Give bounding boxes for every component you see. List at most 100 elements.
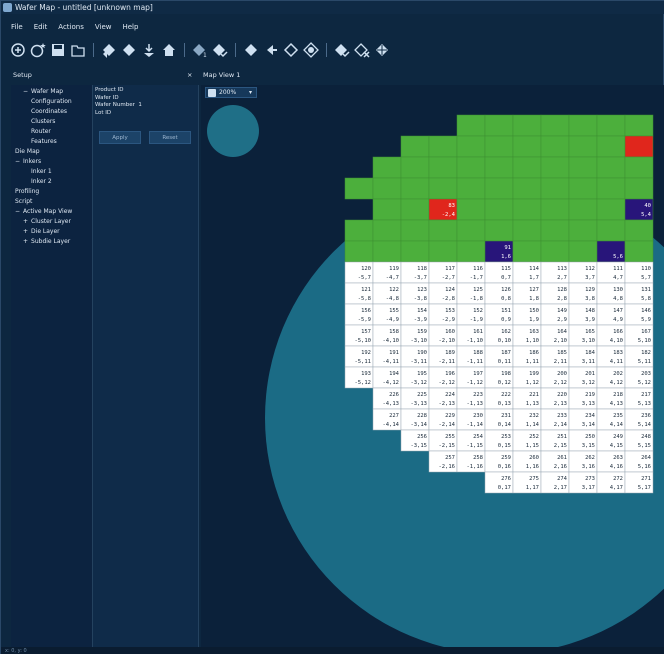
die[interactable]: [568, 114, 598, 137]
die[interactable]: [624, 219, 654, 242]
die[interactable]: [484, 156, 514, 179]
die[interactable]: [512, 219, 542, 242]
nav-icon[interactable]: [373, 41, 391, 59]
die[interactable]: [456, 198, 486, 221]
tree-item[interactable]: Configuration: [11, 97, 92, 107]
target-icon[interactable]: [302, 41, 320, 59]
collapse-icon[interactable]: −: [23, 88, 28, 95]
tree-item[interactable]: Router: [11, 127, 92, 137]
map-view-tab[interactable]: Map View 1: [203, 71, 240, 80]
bin-right-icon[interactable]: [120, 41, 138, 59]
die[interactable]: [484, 135, 514, 158]
die[interactable]: [568, 219, 598, 242]
die[interactable]: [372, 240, 402, 263]
die[interactable]: [484, 177, 514, 200]
bin-check-icon[interactable]: [211, 41, 229, 59]
die[interactable]: [512, 240, 542, 263]
tree-item[interactable]: − Inkers: [11, 157, 92, 167]
tree-item[interactable]: Features: [11, 137, 92, 147]
die[interactable]: [456, 135, 486, 158]
die[interactable]: [596, 156, 626, 179]
die[interactable]: [372, 156, 402, 179]
tree-item[interactable]: Inker 2: [11, 177, 92, 187]
die[interactable]: [540, 177, 570, 200]
save-icon[interactable]: [49, 41, 67, 59]
expand-icon[interactable]: +: [23, 228, 28, 235]
tree-item[interactable]: + Die Layer: [11, 227, 92, 237]
die[interactable]: [372, 219, 402, 242]
die[interactable]: [512, 177, 542, 200]
die[interactable]: [540, 240, 570, 263]
die[interactable]: [400, 156, 430, 179]
tree-item[interactable]: Coordinates: [11, 107, 92, 117]
die[interactable]: [568, 177, 598, 200]
download-icon[interactable]: [140, 41, 158, 59]
die[interactable]: [400, 240, 430, 263]
die[interactable]: [568, 240, 598, 263]
die[interactable]: [568, 156, 598, 179]
bin-left-icon[interactable]: [100, 41, 118, 59]
expand-icon[interactable]: +: [23, 238, 28, 245]
expand-icon[interactable]: +: [23, 218, 28, 225]
die[interactable]: [456, 240, 486, 263]
die[interactable]: [540, 198, 570, 221]
tree-item[interactable]: Inker 1: [11, 167, 92, 177]
die[interactable]: [484, 114, 514, 137]
arrow-left-alt-icon[interactable]: [262, 41, 280, 59]
die[interactable]: [624, 156, 654, 179]
die[interactable]: [428, 177, 458, 200]
die[interactable]: [400, 135, 430, 158]
tree-item[interactable]: − Wafer Map: [11, 87, 92, 97]
die[interactable]: [344, 240, 374, 263]
die[interactable]: [512, 156, 542, 179]
die[interactable]: [596, 219, 626, 242]
reset-button[interactable]: Reset: [149, 131, 191, 144]
die[interactable]: [540, 114, 570, 137]
add-wafer-icon[interactable]: [9, 41, 27, 59]
die[interactable]: [540, 219, 570, 242]
die[interactable]: [456, 219, 486, 242]
die[interactable]: [624, 240, 654, 263]
collapse-icon[interactable]: −: [15, 208, 20, 215]
tree-item[interactable]: Clusters: [11, 117, 92, 127]
die[interactable]: [456, 177, 486, 200]
die[interactable]: [400, 198, 430, 221]
die[interactable]: [540, 135, 570, 158]
bin-1-icon[interactable]: 1: [191, 41, 209, 59]
wafer-map[interactable]: 83 -2,4 40 5,4 91 1,6 5,6 120 -5,7 119 -4,7 118 -3,7…: [201, 85, 664, 647]
tree-item[interactable]: Script: [11, 197, 92, 207]
die[interactable]: [512, 114, 542, 137]
die[interactable]: [624, 177, 654, 200]
die[interactable]: [624, 135, 654, 158]
add-wafer-star-icon[interactable]: [29, 41, 47, 59]
tree-item[interactable]: + Subdie Layer: [11, 237, 92, 247]
menu-help[interactable]: Help: [120, 23, 140, 35]
die[interactable]: [428, 135, 458, 158]
home-icon[interactable]: [160, 41, 178, 59]
die[interactable]: [456, 156, 486, 179]
die[interactable]: [372, 198, 402, 221]
close-icon[interactable]: ×: [187, 71, 192, 80]
menu-file[interactable]: File: [9, 23, 25, 35]
die[interactable]: [484, 219, 514, 242]
tree-item[interactable]: + Cluster Layer: [11, 217, 92, 227]
die[interactable]: [596, 177, 626, 200]
check-icon[interactable]: [333, 41, 351, 59]
die[interactable]: [596, 135, 626, 158]
die[interactable]: [428, 240, 458, 263]
die[interactable]: [484, 198, 514, 221]
die[interactable]: [428, 156, 458, 179]
apply-button[interactable]: Apply: [99, 131, 141, 144]
open-icon[interactable]: [69, 41, 87, 59]
die[interactable]: [400, 219, 430, 242]
die[interactable]: [624, 114, 654, 137]
die[interactable]: [456, 114, 486, 137]
die[interactable]: [568, 135, 598, 158]
die[interactable]: [344, 219, 374, 242]
tree-item[interactable]: Die Map: [11, 147, 92, 157]
die[interactable]: [428, 219, 458, 242]
x-icon[interactable]: [353, 41, 371, 59]
tree-item[interactable]: − Active Map View: [11, 207, 92, 217]
menu-edit[interactable]: Edit: [32, 23, 50, 35]
die[interactable]: [568, 198, 598, 221]
